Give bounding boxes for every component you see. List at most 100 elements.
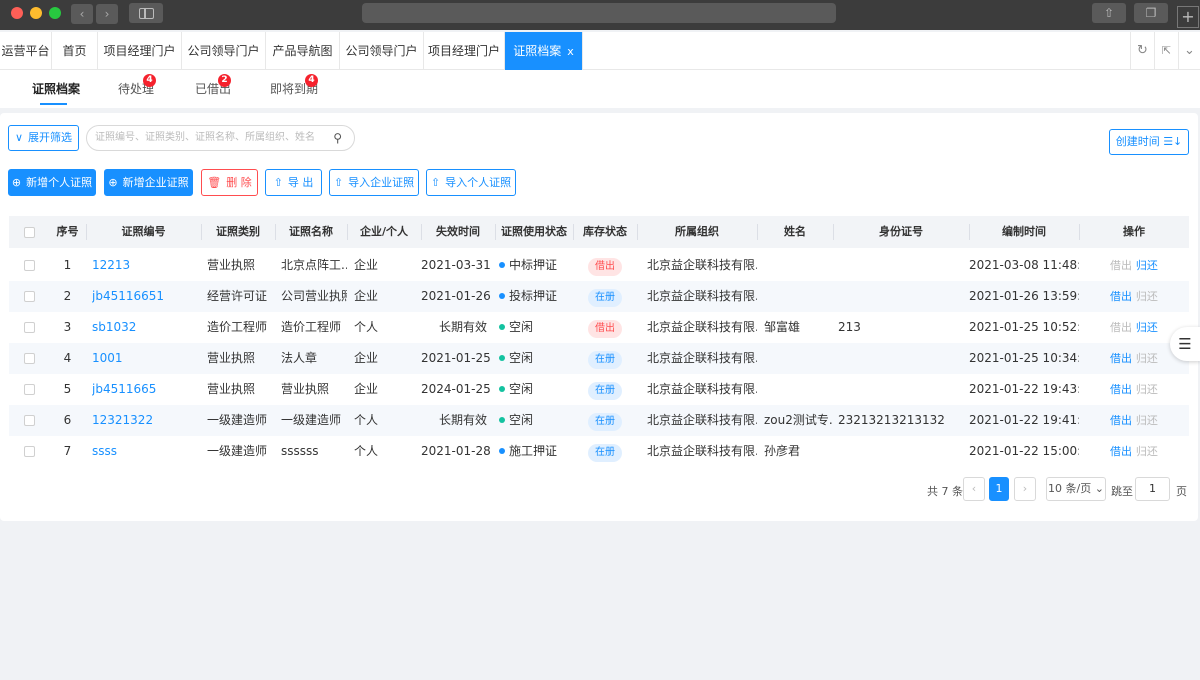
zoom-window-button[interactable] (49, 7, 61, 19)
row-checkbox[interactable] (24, 415, 35, 426)
return-action-link[interactable]: 归还 (1136, 352, 1158, 365)
refresh-icon[interactable]: ↻ (1130, 32, 1154, 70)
tab-ops-platform[interactable]: 运营平台 (0, 32, 52, 70)
cell-code[interactable]: sb1032 (92, 312, 200, 343)
cell-category: 营业执照 (207, 351, 256, 365)
lend-action-link[interactable]: 借出 (1110, 445, 1132, 458)
select-all-checkbox[interactable] (24, 227, 35, 238)
cell-actions: 借出 归还 (1110, 436, 1180, 467)
cell-code[interactable]: 12321322 (92, 405, 200, 436)
delete-button[interactable]: 🗑 删 除 (201, 169, 258, 196)
new-tab-icon[interactable]: + (1177, 6, 1199, 28)
cell-type: 个人 (354, 320, 379, 334)
use-status-text: 空闲 (509, 413, 534, 427)
stock-status-badge: 借出 (588, 258, 622, 276)
import-person-license-button[interactable]: ⇧ 导入个人证照 (426, 169, 516, 196)
return-action-link[interactable]: 归还 (1136, 383, 1158, 396)
button-label: 删 除 (226, 176, 252, 189)
tab-license-archive[interactable]: 证照档案 x (505, 32, 583, 70)
settings-sliders-icon[interactable]: ☰ (1170, 327, 1200, 361)
sidebar-toggle-icon[interactable] (129, 3, 163, 23)
cell-idno (838, 281, 966, 312)
lent-count-badge: 2 (218, 74, 231, 87)
goto-page-input[interactable]: 1 (1135, 477, 1170, 501)
tab-label: 运营平台 (1, 44, 50, 58)
row-checkbox[interactable] (24, 353, 35, 364)
search-icon[interactable]: ⚲ (333, 126, 342, 150)
forward-icon[interactable]: › (96, 4, 118, 24)
return-action-link[interactable]: 归还 (1136, 290, 1158, 303)
tab-pm-portal[interactable]: 项目经理门户 (98, 32, 182, 70)
cell-person: 邹富雄 (764, 320, 801, 334)
return-action-link[interactable]: 归还 (1136, 445, 1158, 458)
tab-label: 首页 (62, 44, 87, 58)
return-action-link[interactable]: 归还 (1136, 414, 1158, 427)
tab-home[interactable]: 首页 (52, 32, 98, 70)
cell-category: 经营许可证 (207, 289, 268, 303)
row-checkbox[interactable] (24, 384, 35, 395)
lend-action-link[interactable]: 借出 (1110, 259, 1132, 272)
tab-leader-portal[interactable]: 公司领导门户 (182, 32, 266, 70)
minimize-window-button[interactable] (30, 7, 42, 19)
lend-action-link[interactable]: 借出 (1110, 414, 1132, 427)
cell-idno (838, 343, 966, 374)
page-1-button[interactable]: 1 (989, 477, 1009, 501)
cell-use-status: 空闲 (499, 343, 573, 374)
tab-close-icon[interactable]: x (567, 45, 574, 58)
app-tab-strip: 运营平台 首页 项目经理门户 公司领导门户 产品导航图 公司领导门户 项目经理门… (0, 32, 1200, 70)
expand-filter-button[interactable]: ∨ 展开筛选 (8, 125, 79, 151)
subtab-pending[interactable]: 待处理 4 (118, 74, 156, 97)
add-person-license-button[interactable]: ⊕ 新增个人证照 (8, 169, 96, 196)
subtab-expiring[interactable]: 即将到期 4 (270, 74, 318, 97)
tabs-overview-icon[interactable]: ❐ (1134, 3, 1168, 23)
prev-page-icon[interactable]: ‹ (963, 477, 985, 501)
cell-code[interactable]: jb45116651 (92, 281, 200, 312)
lend-action-link[interactable]: 借出 (1110, 383, 1132, 396)
row-checkbox[interactable] (24, 322, 35, 333)
sort-created-time-button[interactable]: 创建时间 ☰↓ (1109, 129, 1189, 155)
fullscreen-icon[interactable]: ⇱ (1154, 32, 1178, 70)
cell-actions: 借出 归还 (1110, 312, 1180, 343)
page-size-select[interactable]: 10 条/页 ⌄ (1046, 477, 1106, 501)
share-icon[interactable]: ⇧ (1092, 3, 1126, 23)
use-status-text: 中标押证 (509, 258, 558, 272)
table-row: 3 sb1032 造价工程师 造价工程师 个人 长期有效 北京益企联科技有限... 邹富雄 21… (9, 312, 1189, 343)
row-checkbox[interactable] (24, 260, 35, 271)
search-input[interactable]: 证照编号、证照类别、证照名称、所属组织、姓名 ⚲ (86, 125, 355, 151)
subtab-lent[interactable]: 已借出 2 (195, 74, 231, 97)
plus-circle-icon: ⊕ (108, 176, 118, 189)
cell-code[interactable]: ssss (92, 436, 200, 467)
return-action-link[interactable]: 归还 (1136, 259, 1158, 272)
import-company-license-button[interactable]: ⇧ 导入企业证照 (329, 169, 419, 196)
table-row: 1 12213 营业执照 北京点阵工... 企业 2021-03-31 北京益企联科技有限.… (9, 250, 1189, 281)
lend-action-link[interactable]: 借出 (1110, 321, 1132, 334)
cell-stock: 在册 (573, 436, 637, 467)
tab-pm-portal-2[interactable]: 项目经理门户 (424, 32, 505, 70)
tab-product-nav[interactable]: 产品导航图 (266, 32, 340, 70)
cell-code[interactable]: 1001 (92, 343, 200, 374)
add-company-license-button[interactable]: ⊕ 新增企业证照 (104, 169, 193, 196)
address-bar[interactable] (362, 3, 836, 23)
export-button[interactable]: ⇧ 导 出 (265, 169, 322, 196)
chevron-down-icon[interactable]: ⌄ (1178, 32, 1200, 70)
return-action-link[interactable]: 归还 (1136, 321, 1158, 334)
column-header: 编制时间 (1002, 225, 1046, 238)
cell-seq: 6 (63, 413, 72, 427)
cell-code[interactable]: 12213 (92, 250, 200, 281)
subtab-archive[interactable]: 证照档案 (32, 80, 80, 97)
cell-code[interactable]: jb4511665 (92, 374, 200, 405)
row-checkbox[interactable] (24, 291, 35, 302)
back-icon[interactable]: ‹ (71, 4, 93, 24)
cell-use-status: 空闲 (499, 312, 573, 343)
cell-person: 孙彦君 (764, 444, 801, 458)
cell-category: 造价工程师 (207, 320, 268, 334)
close-window-button[interactable] (11, 7, 23, 19)
tab-leader-portal-2[interactable]: 公司领导门户 (340, 32, 424, 70)
lend-action-link[interactable]: 借出 (1110, 352, 1132, 365)
next-page-icon[interactable]: › (1014, 477, 1036, 501)
cell-expire: 长期有效 (438, 413, 487, 427)
lend-action-link[interactable]: 借出 (1110, 290, 1132, 303)
column-header: 所属组织 (675, 225, 719, 238)
row-checkbox[interactable] (24, 446, 35, 457)
cell-org: 北京益企联科技有限... (647, 289, 757, 303)
